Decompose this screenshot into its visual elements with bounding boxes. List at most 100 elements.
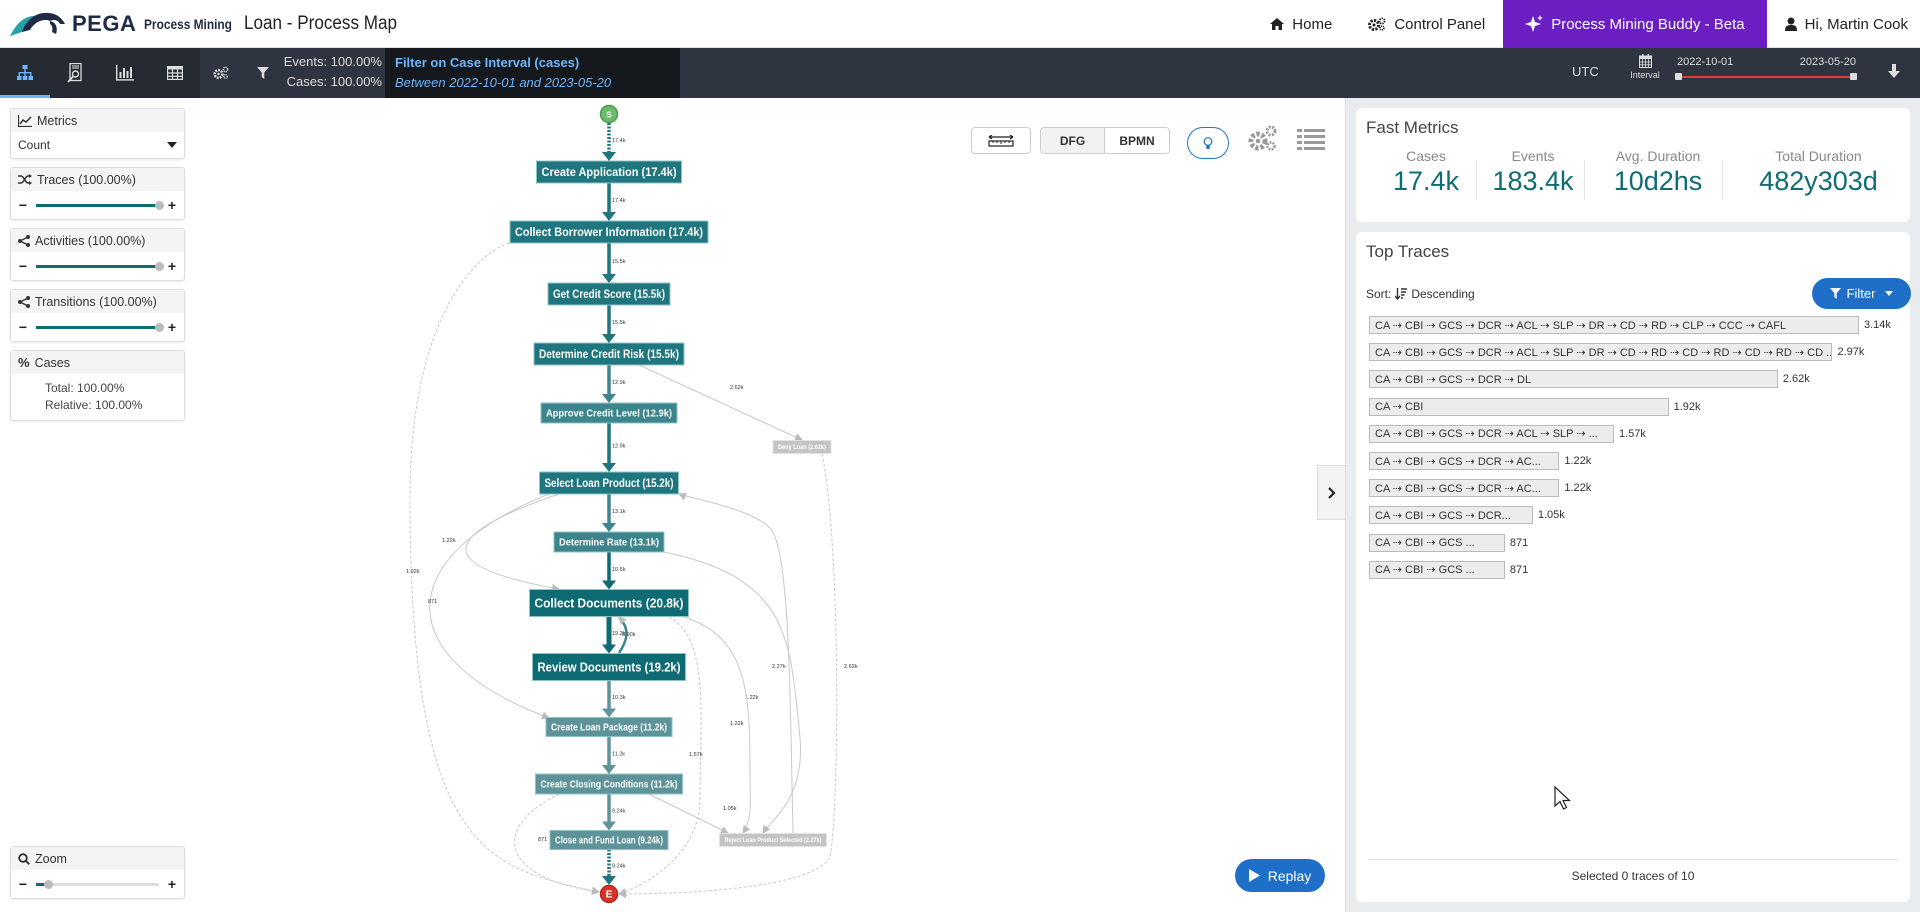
settings-button[interactable]: [200, 48, 242, 98]
bpmn-button[interactable]: BPMN: [1105, 128, 1169, 153]
map-settings-button[interactable]: [1246, 124, 1278, 159]
filter-stats: Events: 100.00% Cases: 100.00%: [282, 52, 382, 92]
activity-node[interactable]: Determine Rate (13.1k): [553, 531, 665, 553]
trace-row[interactable]: CA ⇢ CBI ⇢ GCS ⇢ DCR... 1.05k: [1369, 506, 1565, 525]
trace-row[interactable]: CA ⇢ CBI 1.92k: [1369, 397, 1701, 416]
trace-bar[interactable]: CA ⇢ CBI ⇢ GCS ⇢ DCR ⇢ AC...: [1369, 479, 1560, 498]
edge-slp-cd[interactable]: [465, 493, 560, 592]
trace-count: 1.05k: [1537, 509, 1565, 522]
trace-row[interactable]: CA ⇢ CBI ⇢ GCS ... 871: [1369, 533, 1528, 552]
dfg-button[interactable]: DFG: [1041, 128, 1105, 153]
trace-bar[interactable]: CA ⇢ CBI ⇢ GCS ...: [1369, 560, 1505, 579]
activities-slider[interactable]: [36, 261, 164, 271]
activities-increase[interactable]: +: [167, 258, 177, 274]
list-view-button[interactable]: [1297, 128, 1325, 157]
cases-card: % Cases Total: 100.00% Relative: 100.00%: [10, 350, 185, 421]
trace-count: 2.97k: [1837, 346, 1865, 359]
activities-decrease[interactable]: −: [18, 258, 28, 274]
traces-slider[interactable]: [36, 200, 164, 210]
nav-control-panel[interactable]: Control Panel: [1350, 0, 1503, 48]
active-filter[interactable]: Filter on Case Interval (cases) Between …: [385, 48, 680, 98]
trace-bar[interactable]: CA ⇢ CBI ⇢ GCS ⇢ DCR ⇢ ACL ⇢ SLP ⇢ ...: [1369, 424, 1614, 443]
metrics-select[interactable]: Count: [11, 132, 184, 158]
page-title: Loan - Process Map: [243, 12, 397, 34]
tab-process-map[interactable]: [0, 48, 50, 98]
slider-knob[interactable]: [155, 261, 164, 271]
filter-title: Filter on Case Interval (cases): [395, 55, 580, 70]
trace-bar[interactable]: CA ⇢ CBI ⇢ GCS ⇢ DCR ⇢ DL: [1369, 370, 1778, 389]
transitions-slider[interactable]: [36, 322, 164, 332]
traces-increase[interactable]: +: [167, 197, 177, 213]
trace-row[interactable]: CA ⇢ CBI ⇢ GCS ⇢ DCR ⇢ AC... 1.22k: [1369, 479, 1591, 498]
nav-user-menu[interactable]: Hi, Martin Cook: [1767, 0, 1920, 48]
transitions-increase[interactable]: +: [167, 319, 177, 335]
traces-decrease[interactable]: −: [18, 197, 28, 213]
activity-node[interactable]: Collect Documents (20.8k): [529, 589, 689, 617]
top-nav: Home Control Panel Process Mining Buddy …: [1252, 0, 1920, 48]
activity-node[interactable]: Create Closing Conditions (11.2k): [535, 773, 683, 795]
activity-node[interactable]: Approve Credit Level (12.9k): [540, 402, 678, 424]
tab-table[interactable]: [150, 48, 200, 98]
slider-knob[interactable]: [155, 322, 164, 332]
nav-process-mining-buddy[interactable]: Process Mining Buddy - Beta: [1503, 0, 1767, 48]
trace-count: 1.57k: [1619, 427, 1646, 440]
trace-count: 1.22k: [1564, 455, 1592, 467]
tab-case-explorer[interactable]: [50, 48, 100, 98]
left-panel: Metrics Count Traces (100.00%) − + Activ…: [10, 108, 185, 429]
trace-row[interactable]: CA ⇢ CBI ⇢ GCS ⇢ DCR ⇢ ACL ⇢ SLP ⇢ DR ⇢ …: [1369, 343, 1865, 362]
zoom-in[interactable]: +: [167, 876, 177, 892]
range-start-handle[interactable]: [1675, 73, 1682, 80]
traces-title: Traces (100.00%): [37, 172, 136, 187]
process-map-canvas[interactable]: 17.4k 17.4k 15.5k 15.5k 12.9k 2.62k 12.9k 13.1k…: [190, 98, 1345, 912]
insights-button[interactable]: [1187, 127, 1229, 159]
process-map[interactable]: 17.4k 17.4k 15.5k 15.5k 12.9k 2.62k 12.9k 13.1k…: [190, 98, 1345, 912]
timezone-label[interactable]: UTC: [1572, 64, 1599, 79]
slider-knob[interactable]: [155, 200, 164, 210]
trace-bar[interactable]: CA ⇢ CBI ⇢ GCS ⇢ DCR...: [1369, 506, 1533, 525]
trace-bar[interactable]: CA ⇢ CBI ⇢ GCS ⇢ DCR ⇢ ACL ⇢ SLP ⇢ DR ⇢ …: [1369, 343, 1833, 362]
activity-node[interactable]: Close and Fund Loan (9.24k): [549, 830, 669, 850]
range-end-handle[interactable]: [1850, 73, 1857, 80]
trace-bar[interactable]: CA ⇢ CBI ⇢ GCS ⇢ DCR ⇢ AC...: [1369, 452, 1560, 470]
activity-node[interactable]: Review Documents (19.2k): [532, 653, 686, 681]
tab-statistics[interactable]: [100, 48, 150, 98]
trace-row[interactable]: CA ⇢ CBI ⇢ GCS ⇢ DCR ⇢ DL 2.62k: [1369, 370, 1810, 389]
pega-logo[interactable]: PEGA Process Mining: [8, 10, 248, 38]
metric-events: Events 183.4k: [1483, 148, 1583, 197]
edge-cbi-e[interactable]: [409, 242, 600, 895]
trace-row[interactable]: CA ⇢ CBI ⇢ GCS ... 871: [1369, 560, 1528, 579]
activity-node[interactable]: Deny Loan (2.62k): [772, 440, 832, 454]
slider-knob[interactable]: [44, 879, 54, 889]
activity-node[interactable]: Get Credit Score (15.5k): [547, 282, 671, 306]
zoom-out[interactable]: −: [18, 876, 28, 892]
collapse-panel-button[interactable]: [1317, 465, 1345, 520]
trace-row[interactable]: CA ⇢ CBI ⇢ GCS ⇢ DCR ⇢ AC... 1.22k: [1369, 452, 1591, 470]
transitions-decrease[interactable]: −: [18, 319, 28, 335]
activity-node[interactable]: Create Application (17.4k): [536, 160, 682, 184]
traces-filter-button[interactable]: Filter: [1812, 278, 1911, 309]
edge-ccc-rlps[interactable]: [648, 793, 729, 834]
sort-control[interactable]: Sort: Descending: [1366, 287, 1475, 301]
trace-bar[interactable]: CA ⇢ CBI ⇢ GCS ...: [1369, 533, 1505, 552]
activity-node[interactable]: Reject Loan Product Selected (2.27k): [719, 833, 827, 847]
edge-arrowhead: [602, 876, 616, 885]
zoom-header: Zoom: [11, 847, 184, 870]
download-button[interactable]: [1888, 64, 1900, 83]
zoom-slider[interactable]: [36, 879, 159, 889]
view-switcher: [0, 48, 284, 98]
trace-bar[interactable]: CA ⇢ CBI: [1369, 397, 1669, 416]
activity-node[interactable]: Select Loan Product (15.2k): [539, 471, 679, 495]
nav-home[interactable]: Home: [1252, 0, 1350, 48]
trace-bar[interactable]: CA ⇢ CBI ⇢ GCS ⇢ DCR ⇢ ACL ⇢ SLP ⇢ DR ⇢ …: [1369, 316, 1859, 334]
interval-picker[interactable]: Interval: [1630, 54, 1660, 80]
activity-node[interactable]: Determine Credit Risk (15.5k): [533, 342, 685, 366]
activity-node[interactable]: Collect Borrower Information (17.4k): [509, 220, 709, 244]
edge-label: 9.24k: [612, 808, 626, 814]
trace-row[interactable]: CA ⇢ CBI ⇢ GCS ⇢ DCR ⇢ ACL ⇢ SLP ⇢ ... 1.…: [1369, 424, 1646, 443]
replay-button[interactable]: Replay: [1235, 859, 1325, 892]
activity-node[interactable]: Create Loan Package (11.2k): [545, 717, 673, 737]
fit-width-button[interactable]: [971, 127, 1031, 154]
trace-row[interactable]: CA ⇢ CBI ⇢ GCS ⇢ DCR ⇢ ACL ⇢ SLP ⇢ DR ⇢ …: [1369, 316, 1891, 334]
filter-button[interactable]: [242, 48, 284, 98]
date-range-slider[interactable]: [1675, 73, 1857, 80]
